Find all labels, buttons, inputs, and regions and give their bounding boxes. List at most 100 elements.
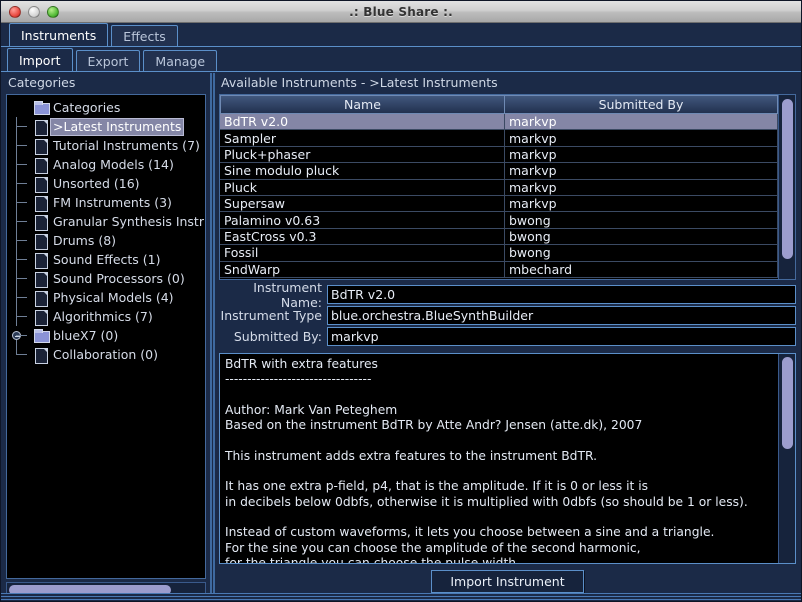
tree-indent [11, 174, 33, 193]
instruments-vertical-scrollbar[interactable] [778, 95, 795, 279]
pane-splitter[interactable] [208, 73, 217, 598]
tree-item-analog-models[interactable]: Analog Models (14) [11, 155, 205, 174]
table-row[interactable]: BdTR v2.0 markvp [220, 114, 778, 131]
file-icon [33, 155, 50, 174]
tree-indent [11, 288, 33, 307]
tree-item-granular-synthesis[interactable]: Granular Synthesis Instrum [11, 212, 205, 231]
cell-submitted-by: markvp [505, 195, 778, 213]
table-rows: BdTR v2.0 markvp Sampler markvp Pluck+ph… [220, 114, 778, 279]
file-icon [33, 212, 50, 231]
tree-item-fm-instruments[interactable]: FM Instruments (3) [11, 193, 205, 212]
file-icon [33, 231, 50, 250]
tree-item-label: Collaboration (0) [53, 346, 158, 362]
file-icon [33, 250, 50, 269]
tree-item-label: Sound Effects (1) [53, 251, 161, 267]
file-icon [33, 117, 50, 136]
instruments-pane: Available Instruments - >Latest Instrume… [217, 73, 798, 598]
title-bar: .: Blue Share :. [1, 1, 801, 23]
column-header-name[interactable]: Name [220, 95, 505, 114]
window-bottom-decoration [1, 593, 801, 601]
folder-icon [33, 98, 50, 117]
file-icon [33, 136, 50, 155]
tree-item-sound-effects[interactable]: Sound Effects (1) [11, 250, 205, 269]
tree-item-label: Drums (8) [53, 232, 117, 248]
cell-name: EastCross v0.3 [220, 228, 505, 246]
categories-tree[interactable]: Categories >Latest Instruments Tutorial … [6, 94, 206, 579]
file-icon [33, 307, 50, 326]
cell-submitted-by: markvp [505, 163, 778, 180]
instrument-name-label: Instrument Name: [253, 279, 322, 310]
table-row[interactable]: Palamino v0.63 bwong [220, 212, 778, 229]
file-icon [33, 269, 50, 288]
table-row[interactable]: Supersaw markvp [220, 195, 778, 213]
tree-item-label: FM Instruments (3) [53, 194, 172, 210]
cell-name: Pluck+phaser [220, 146, 505, 164]
tree-indent [11, 250, 33, 269]
tree-indent [11, 326, 33, 345]
table-body-area: Name Submitted By BdTR v2.0 markvp Sampl… [220, 95, 778, 279]
cell-submitted-by: markvp [505, 114, 778, 131]
submitted-by-row: Submitted By: markvp [219, 327, 796, 346]
tree-node-label: Categories [53, 99, 121, 115]
tab-instruments[interactable]: Instruments [9, 23, 109, 46]
file-icon [33, 345, 50, 364]
instrument-name-row: Instrument Name: BdTR v2.0 [219, 280, 796, 310]
tree-item-algorithmics[interactable]: Algorithmics (7) [11, 307, 205, 326]
tree-indent [11, 345, 33, 364]
instruments-table[interactable]: Name Submitted By BdTR v2.0 markvp Sampl… [219, 94, 796, 280]
file-icon [33, 288, 50, 307]
expand-handle-icon[interactable] [12, 331, 21, 340]
tab-export[interactable]: Export [75, 50, 141, 71]
instrument-type-row: Instrument Type blue.orchestra.BlueSynth… [219, 306, 796, 325]
cell-name: Supersaw [220, 195, 505, 213]
file-icon [33, 193, 50, 212]
column-header-submitted-by[interactable]: Submitted By [505, 95, 778, 114]
tree-item-unsorted[interactable]: Unsorted (16) [11, 174, 205, 193]
tab-import[interactable]: Import [7, 48, 73, 71]
cell-submitted-by: bwong [505, 212, 778, 229]
scrollbar-thumb[interactable] [782, 357, 793, 449]
import-instrument-button[interactable]: Import Instrument [431, 569, 584, 593]
tree-item-bluex7[interactable]: blueX7 (0) [11, 326, 205, 345]
instrument-type-input[interactable]: blue.orchestra.BlueSynthBuilder [327, 306, 796, 325]
sub-tab-bar: Import Export Manage [1, 47, 801, 72]
table-row[interactable]: EastCross v0.3 bwong [220, 228, 778, 246]
tree-indent [11, 269, 33, 288]
blue-share-window: .: Blue Share :. Instruments Effects Imp… [0, 0, 802, 602]
cell-name: BdTR v2.0 [220, 114, 505, 131]
cell-submitted-by: markvp [505, 146, 778, 164]
submitted-by-input[interactable]: markvp [327, 327, 796, 346]
tree-item-physical-models[interactable]: Physical Models (4) [11, 288, 205, 307]
description-vertical-scrollbar[interactable] [778, 354, 795, 563]
description-text: BdTR with extra features ---------------… [225, 357, 748, 563]
tree-item-latest-instruments[interactable]: >Latest Instruments [11, 117, 205, 136]
tree-indent [11, 231, 33, 250]
cell-name: Sampler [220, 130, 505, 147]
tree-item-drums[interactable]: Drums (8) [11, 231, 205, 250]
tree-item-label: >Latest Instruments [50, 117, 185, 136]
table-row[interactable]: Pluck+phaser markvp [220, 146, 778, 164]
table-row[interactable]: Sampler markvp [220, 130, 778, 147]
table-header-row: Name Submitted By [220, 95, 778, 114]
description-panel[interactable]: BdTR with extra features ---------------… [219, 353, 796, 564]
table-row[interactable]: SndWarp mbechard [220, 261, 778, 278]
table-row[interactable]: Fossil bwong [220, 245, 778, 262]
tree-item-sound-processors[interactable]: Sound Processors (0) [11, 269, 205, 288]
cell-submitted-by: markvp [505, 179, 778, 196]
tree-item-collaboration[interactable]: Collaboration (0) [11, 345, 205, 364]
cell-name: SndWarp [220, 261, 505, 278]
cell-submitted-by: bwong [505, 228, 778, 246]
table-row[interactable]: Sine modulo pluck markvp [220, 163, 778, 180]
tree-item-label: Analog Models (14) [53, 156, 174, 172]
tree-item-label: Sound Processors (0) [53, 270, 185, 286]
folder-icon [33, 326, 50, 345]
tab-effects[interactable]: Effects [111, 25, 178, 46]
tab-manage[interactable]: Manage [143, 50, 218, 71]
scrollbar-thumb[interactable] [782, 99, 793, 259]
instrument-name-input[interactable]: BdTR v2.0 [327, 285, 796, 304]
table-row[interactable]: Pluck markvp [220, 179, 778, 196]
categories-header: Categories [8, 75, 76, 90]
tree-node-root[interactable]: Categories [11, 98, 205, 117]
tree-item-tutorial-instruments[interactable]: Tutorial Instruments (7) [11, 136, 205, 155]
